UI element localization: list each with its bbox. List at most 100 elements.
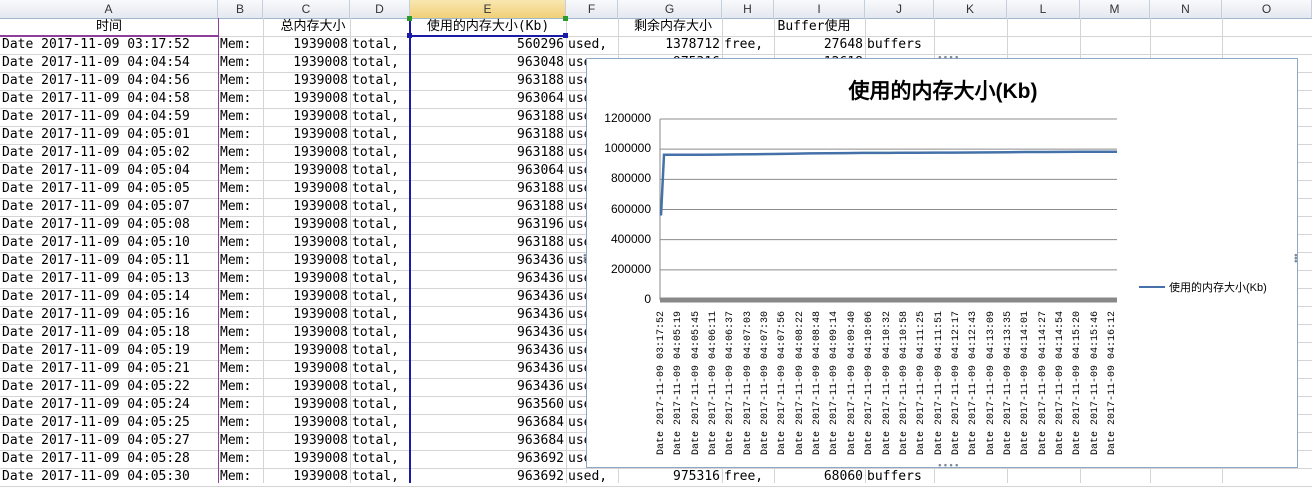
column-header-j[interactable]: J xyxy=(865,0,934,18)
cell-used[interactable]: 963684 xyxy=(410,432,566,450)
header-cell-time[interactable]: 时间 xyxy=(0,18,218,36)
cell-time[interactable]: Date 2017-11-09 04:05:11 xyxy=(0,252,218,270)
cell-total-label[interactable]: total, xyxy=(350,180,410,198)
cell-total[interactable]: 1939008 xyxy=(263,360,350,378)
cell-time[interactable]: Date 2017-11-09 04:05:22 xyxy=(0,378,218,396)
cell-used[interactable]: 963188 xyxy=(410,144,566,162)
cell-total[interactable]: 1939008 xyxy=(263,450,350,468)
column-header-n[interactable]: N xyxy=(1150,0,1222,18)
cell-mem[interactable]: Mem: xyxy=(218,36,263,54)
column-header-b[interactable]: B xyxy=(218,0,263,18)
cell-total-label[interactable]: total, xyxy=(350,54,410,72)
cell-total-label[interactable]: total, xyxy=(350,306,410,324)
cell-mem[interactable]: Mem: xyxy=(218,108,263,126)
cell-time[interactable]: Date 2017-11-09 04:05:25 xyxy=(0,414,218,432)
cell-total-label[interactable]: total, xyxy=(350,450,410,468)
cell-total-label[interactable]: total, xyxy=(350,432,410,450)
cell-used-label[interactable]: used, xyxy=(566,36,618,54)
cell-used[interactable]: 963684 xyxy=(410,414,566,432)
cell-mem[interactable]: Mem: xyxy=(218,54,263,72)
cell-total[interactable]: 1939008 xyxy=(263,288,350,306)
cell-free[interactable]: 1378712 xyxy=(618,36,722,54)
cell-used[interactable]: 963436 xyxy=(410,252,566,270)
cell-used[interactable]: 963188 xyxy=(410,126,566,144)
cell-mem[interactable]: Mem: xyxy=(218,198,263,216)
cell-total-label[interactable]: total, xyxy=(350,288,410,306)
cell-mem[interactable]: Mem: xyxy=(218,324,263,342)
cell-mem[interactable]: Mem: xyxy=(218,414,263,432)
column-header-l[interactable]: L xyxy=(1007,0,1080,18)
cell-total[interactable]: 1939008 xyxy=(263,432,350,450)
cell-total-label[interactable]: total, xyxy=(350,162,410,180)
cell-mem[interactable]: Mem: xyxy=(218,288,263,306)
cell-mem[interactable]: Mem: xyxy=(218,234,263,252)
cell-free-label[interactable]: free, xyxy=(722,36,774,54)
cell-used[interactable]: 963188 xyxy=(410,198,566,216)
resize-handle-left[interactable]: ∙ ∙ ∙ xyxy=(582,252,588,267)
cell-used[interactable]: 963436 xyxy=(410,360,566,378)
cell-mem[interactable]: Mem: xyxy=(218,378,263,396)
cell-mem[interactable]: Mem: xyxy=(218,468,263,486)
cell-buffer[interactable]: 27648 xyxy=(774,36,865,54)
cell-used[interactable]: 963064 xyxy=(410,90,566,108)
cell-total-label[interactable]: total, xyxy=(350,396,410,414)
cell-total[interactable]: 1939008 xyxy=(263,108,350,126)
cell-mem[interactable]: Mem: xyxy=(218,270,263,288)
cell-used[interactable]: 963436 xyxy=(410,270,566,288)
cell-time[interactable]: Date 2017-11-09 04:05:02 xyxy=(0,144,218,162)
resize-handle-bottom[interactable]: ∙∙∙∙ xyxy=(937,462,960,471)
cell-time[interactable]: Date 2017-11-09 04:05:05 xyxy=(0,180,218,198)
cell-used[interactable]: 963436 xyxy=(410,324,566,342)
cell-total[interactable]: 1939008 xyxy=(263,216,350,234)
cell-mem[interactable]: Mem: xyxy=(218,162,263,180)
cell-buffer-label[interactable]: buffers xyxy=(865,36,934,54)
cell-used[interactable]: 963188 xyxy=(410,234,566,252)
header-cell-free[interactable]: 剩余内存大小 xyxy=(618,18,728,36)
cell-total-label[interactable]: total, xyxy=(350,144,410,162)
cell-total[interactable]: 1939008 xyxy=(263,378,350,396)
cell-time[interactable]: Date 2017-11-09 04:05:07 xyxy=(0,198,218,216)
cell-total[interactable]: 1939008 xyxy=(263,324,350,342)
column-header-e[interactable]: E xyxy=(410,0,566,18)
cell-mem[interactable]: Mem: xyxy=(218,90,263,108)
cell-total[interactable]: 1939008 xyxy=(263,180,350,198)
cell-time[interactable]: Date 2017-11-09 04:05:01 xyxy=(0,126,218,144)
cell-total-label[interactable]: total, xyxy=(350,252,410,270)
cell-time[interactable]: Date 2017-11-09 04:05:21 xyxy=(0,360,218,378)
cell-mem[interactable]: Mem: xyxy=(218,450,263,468)
cell-total-label[interactable]: total, xyxy=(350,270,410,288)
cell-mem[interactable]: Mem: xyxy=(218,144,263,162)
cell-free[interactable]: 975316 xyxy=(618,468,722,486)
selection-handle[interactable] xyxy=(407,16,412,21)
cell-total-label[interactable]: total, xyxy=(350,342,410,360)
cell-mem[interactable]: Mem: xyxy=(218,180,263,198)
cell-time[interactable]: Date 2017-11-09 04:05:13 xyxy=(0,270,218,288)
cell-time[interactable]: Date 2017-11-09 04:04:56 xyxy=(0,72,218,90)
cell-mem[interactable]: Mem: xyxy=(218,396,263,414)
cell-used[interactable]: 963188 xyxy=(410,180,566,198)
cell-total-label[interactable]: total, xyxy=(350,360,410,378)
column-header-f[interactable]: F xyxy=(566,0,618,18)
cell-used[interactable]: 963560 xyxy=(410,396,566,414)
cell-total[interactable]: 1939008 xyxy=(263,36,350,54)
column-header-d[interactable]: D xyxy=(350,0,410,18)
column-header-m[interactable]: M xyxy=(1080,0,1150,18)
cell-total-label[interactable]: total, xyxy=(350,36,410,54)
column-header-g[interactable]: G xyxy=(618,0,722,18)
resize-handle-top[interactable]: ∙∙∙∙ xyxy=(937,54,960,63)
cell-total-label[interactable]: total, xyxy=(350,216,410,234)
cell-used[interactable]: 963436 xyxy=(410,378,566,396)
cell-time[interactable]: Date 2017-11-09 04:05:18 xyxy=(0,324,218,342)
header-cell-used[interactable]: 使用的内存大小(Kb) xyxy=(410,18,566,36)
cell-used-label[interactable]: used, xyxy=(566,468,618,486)
column-header-o[interactable]: O xyxy=(1222,0,1312,18)
cell-total[interactable]: 1939008 xyxy=(263,414,350,432)
cell-time[interactable]: Date 2017-11-09 04:04:59 xyxy=(0,108,218,126)
cell-used[interactable]: 963436 xyxy=(410,306,566,324)
cell-total-label[interactable]: total, xyxy=(350,108,410,126)
cell-buffer-label[interactable]: buffers xyxy=(865,468,934,486)
cell-free-label[interactable]: free, xyxy=(722,468,774,486)
cell-total[interactable]: 1939008 xyxy=(263,72,350,90)
cell-time[interactable]: Date 2017-11-09 04:05:04 xyxy=(0,162,218,180)
cell-total[interactable]: 1939008 xyxy=(263,468,350,486)
